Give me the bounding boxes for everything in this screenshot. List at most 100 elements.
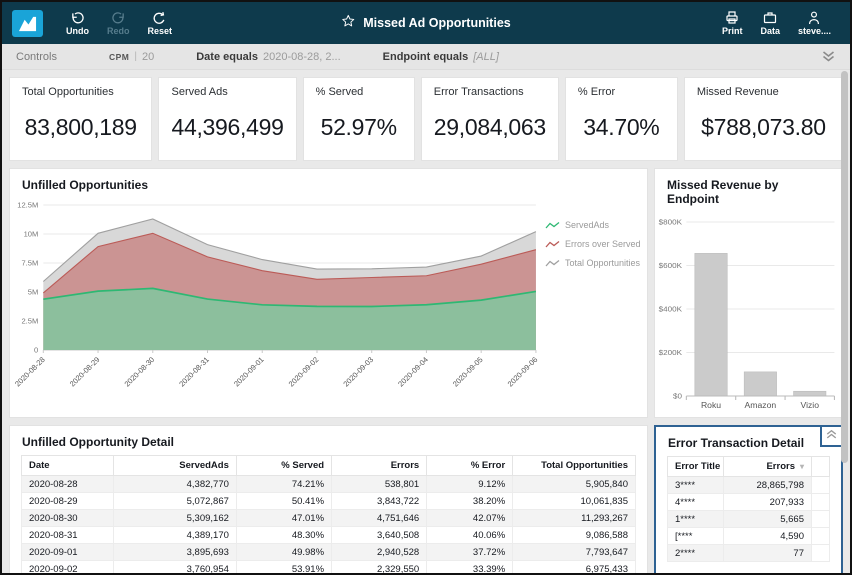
redo-button[interactable]: Redo bbox=[107, 11, 130, 36]
unfilled-opportunity-detail-panel[interactable]: Unfilled Opportunity Detail Date ServedAd… bbox=[9, 425, 648, 573]
legend-label: Errors over Served bbox=[565, 239, 641, 249]
svg-text:2020-08-31: 2020-08-31 bbox=[177, 355, 211, 388]
missed-revenue-bar-chart[interactable]: $0 $200K $400K $600K $800K Roku Amazon Vizio bbox=[655, 208, 842, 418]
cpm-label: CPM bbox=[108, 51, 130, 62]
controls-bar: Controls CPM | 20 Date equals 2020-08-28… bbox=[2, 44, 850, 70]
print-button[interactable]: Print bbox=[721, 10, 743, 36]
bar-roku[interactable] bbox=[694, 253, 728, 397]
table-cell: 37.72% bbox=[426, 543, 514, 561]
filler-cell bbox=[811, 544, 830, 562]
page-scrollbar-thumb[interactable] bbox=[841, 71, 848, 463]
table-row[interactable]: 4**** 207,933 bbox=[667, 493, 830, 511]
undo-button[interactable]: Undo bbox=[66, 11, 89, 36]
column-header-total-opportunities[interactable]: Total Opportunities bbox=[512, 455, 636, 476]
filler-cell bbox=[811, 476, 830, 494]
svg-text:2.5M: 2.5M bbox=[21, 317, 38, 326]
table-row[interactable]: 2**** 77 bbox=[667, 544, 830, 562]
kpi-card--error[interactable]: % Error 34.70% bbox=[564, 77, 678, 161]
table-cell: 4,389,170 bbox=[113, 526, 237, 544]
table-row[interactable]: 2020-09-01 3,895,693 49.98% 2,940,528 37.72%… bbox=[20, 543, 636, 561]
sort-icon[interactable]: ▾ bbox=[800, 462, 804, 471]
table-cell: [**** bbox=[667, 527, 724, 545]
svg-text:$0: $0 bbox=[673, 392, 683, 401]
redo-icon bbox=[111, 11, 126, 25]
unfilled-opportunities-area-chart[interactable]: 0 2.5M 5M 7.5M 10M 12.5M 2020-08-28 2020-08-29 2… bbox=[10, 194, 545, 406]
kpi-value: 44,396,499 bbox=[171, 113, 284, 140]
column-header-errors[interactable]: Errors ▾ bbox=[723, 456, 812, 477]
legend-item-servedads[interactable]: ServedAds bbox=[545, 220, 647, 230]
star-icon[interactable] bbox=[341, 14, 355, 33]
table-cell: 7,793,647 bbox=[512, 543, 636, 561]
svg-text:5M: 5M bbox=[28, 288, 39, 297]
panel-title: Unfilled Opportunities bbox=[22, 178, 148, 192]
print-label: Print bbox=[721, 26, 743, 36]
unfilled-opportunities-panel[interactable]: Unfilled Opportunities 0 2.5M 5M 7.5M 10M 12.… bbox=[9, 168, 648, 418]
cpm-control[interactable]: CPM | 20 bbox=[109, 51, 154, 63]
kpi-card-error-transactions[interactable]: Error Transactions 29,084,063 bbox=[420, 77, 559, 161]
table-row[interactable]: [**** 4,590 bbox=[667, 527, 830, 545]
column-header--error[interactable]: % Error bbox=[426, 455, 514, 476]
table-row[interactable]: 2020-09-02 3,760,954 53.91% 2,329,550 33.39%… bbox=[20, 560, 636, 573]
table-cell: 50.41% bbox=[235, 492, 333, 510]
error-transaction-detail-table: Error Title Errors ▾ 3**** 28,865,798 4**** 20… bbox=[667, 456, 830, 562]
page-title: Missed Ad Opportunities bbox=[363, 16, 511, 30]
panel-collapse-button[interactable] bbox=[820, 427, 841, 447]
reset-icon bbox=[152, 11, 167, 25]
page-scrollbar-track[interactable] bbox=[841, 71, 848, 571]
column-header-errors[interactable]: Errors bbox=[331, 455, 428, 476]
svg-text:2020-09-02: 2020-09-02 bbox=[287, 355, 321, 388]
column-header-date[interactable]: Date bbox=[20, 455, 115, 476]
table-cell: 53.91% bbox=[235, 560, 333, 573]
svg-text:2020-09-05: 2020-09-05 bbox=[451, 355, 485, 388]
column-header-error-title[interactable]: Error Title bbox=[667, 456, 724, 477]
svg-text:Vizio: Vizio bbox=[800, 400, 819, 410]
kpi-label: % Served bbox=[315, 86, 364, 98]
filler-column-header bbox=[811, 456, 830, 477]
table-row[interactable]: 2020-08-28 4,382,770 74.21% 538,801 9.12% 5,9… bbox=[20, 475, 636, 493]
table-cell: 3,895,693 bbox=[113, 543, 237, 561]
kpi-card-missed-revenue[interactable]: Missed Revenue $788,073.80 bbox=[683, 77, 843, 161]
table-cell: 2,940,528 bbox=[331, 543, 428, 561]
collapse-controls-chevron-icon[interactable] bbox=[821, 50, 836, 63]
table-row[interactable]: 3**** 28,865,798 bbox=[667, 476, 830, 494]
kpi-card-total-opportunities[interactable]: Total Opportunities 83,800,189 bbox=[9, 77, 153, 161]
controls-title: Controls bbox=[16, 50, 57, 63]
legend-line-icon bbox=[545, 259, 560, 266]
column-header-servedads[interactable]: ServedAds bbox=[113, 455, 237, 476]
dashboard-body: Total Opportunities 83,800,189 Served Ads 4… bbox=[9, 70, 843, 573]
table-row[interactable]: 2020-08-30 5,309,162 47.01% 4,751,646 42.07%… bbox=[20, 509, 636, 527]
table-cell: 4,751,646 bbox=[331, 509, 428, 527]
table-cell: 4**** bbox=[667, 493, 724, 511]
reset-button[interactable]: Reset bbox=[148, 11, 172, 36]
column-header--served[interactable]: % Served bbox=[235, 455, 333, 476]
data-button[interactable]: Data bbox=[760, 10, 780, 36]
table-cell: 77 bbox=[723, 544, 812, 562]
table-cell: 47.01% bbox=[235, 509, 333, 527]
user-menu-button[interactable]: steve.... bbox=[798, 10, 831, 36]
bar-vizio[interactable] bbox=[793, 390, 827, 397]
legend-item-errors-over-served[interactable]: Errors over Served bbox=[545, 239, 647, 249]
table-cell: 2020-08-31 bbox=[20, 526, 115, 544]
endpoint-filter-label: Endpoint equals bbox=[382, 50, 469, 63]
legend-item-total-opportunities[interactable]: Total Opportunities bbox=[545, 258, 647, 268]
svg-text:$200K: $200K bbox=[659, 348, 683, 357]
table-row[interactable]: 2020-08-31 4,389,170 48.30% 3,640,508 40.06%… bbox=[20, 526, 636, 544]
date-filter-control[interactable]: Date equals 2020-08-28, 2... bbox=[196, 51, 340, 63]
svg-text:10M: 10M bbox=[24, 230, 39, 239]
bar-amazon[interactable] bbox=[743, 371, 777, 397]
table-row[interactable]: 1**** 5,665 bbox=[667, 510, 830, 528]
table-cell: 40.06% bbox=[426, 526, 514, 544]
chart-legend: ServedAds Errors over Served Total Oppor… bbox=[545, 194, 647, 406]
table-cell: 6,975,433 bbox=[512, 560, 636, 573]
kpi-label: Error Transactions bbox=[433, 86, 524, 98]
quicksight-logo-icon[interactable] bbox=[12, 9, 43, 37]
error-transaction-detail-panel[interactable]: Error Transaction Detail Error Title Erro… bbox=[654, 425, 843, 573]
table-row[interactable]: 2020-08-29 5,072,867 50.41% 3,843,722 38.20%… bbox=[20, 492, 636, 510]
kpi-card--served[interactable]: % Served 52.97% bbox=[302, 77, 415, 161]
endpoint-filter-control[interactable]: Endpoint equals [ALL] bbox=[383, 51, 499, 63]
svg-text:Roku: Roku bbox=[701, 400, 722, 410]
cpm-value: 20 bbox=[141, 50, 155, 63]
table-cell: 48.30% bbox=[235, 526, 333, 544]
kpi-card-served-ads[interactable]: Served Ads 44,396,499 bbox=[158, 77, 297, 161]
missed-revenue-panel[interactable]: Missed Revenue by Endpoint $0 $200K $400K $… bbox=[654, 168, 843, 418]
